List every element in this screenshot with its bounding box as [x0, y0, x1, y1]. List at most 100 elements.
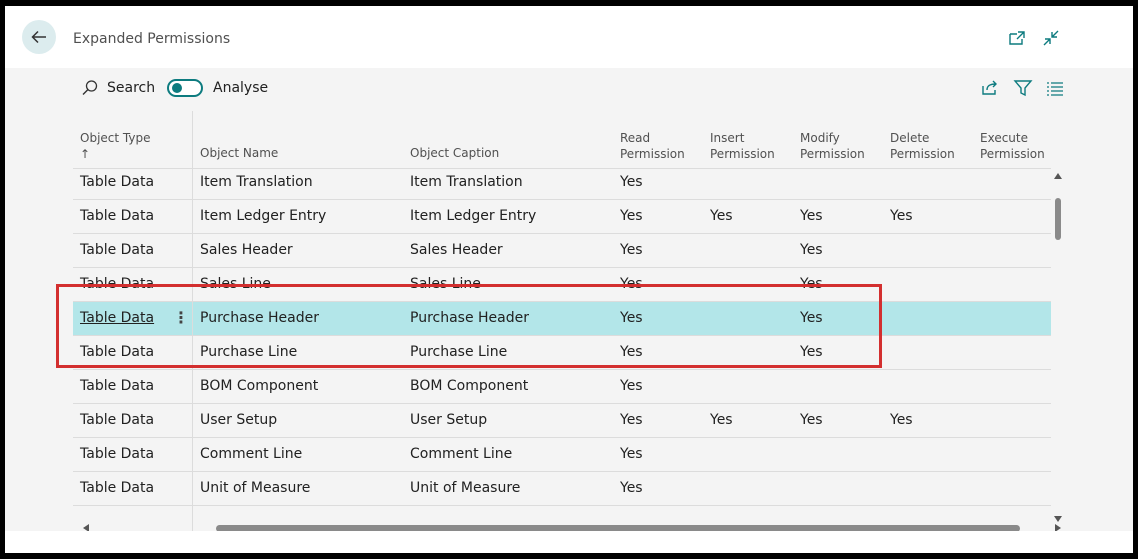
toggle-knob — [172, 83, 182, 93]
col-header-execute-line1: Execute — [980, 131, 1028, 145]
cell-object-caption: Sales Line — [410, 276, 481, 292]
cell-delete: Yes — [890, 412, 913, 428]
cell-object-caption: BOM Component — [410, 378, 529, 394]
bottom-strip — [5, 531, 1133, 553]
cell-object-caption: Sales Header — [410, 242, 503, 258]
table-row[interactable]: Table Data User Setup User Setup Yes Yes… — [73, 404, 1051, 438]
cell-object-name: Item Ledger Entry — [200, 208, 327, 224]
cell-object-type: Table Data — [80, 242, 155, 258]
collapse-icon[interactable] — [1041, 28, 1061, 48]
cell-object-type-link[interactable]: Table Data — [80, 310, 154, 326]
sort-ascending-icon: ↑ — [80, 147, 91, 161]
cell-read: Yes — [620, 480, 643, 496]
search-icon — [82, 80, 98, 95]
cell-modify: Yes — [800, 344, 823, 360]
page-header: Expanded Permissions — [5, 6, 1133, 68]
cell-read: Yes — [620, 378, 643, 394]
back-button[interactable] — [22, 20, 56, 54]
search-label: Search — [107, 80, 156, 96]
table-row[interactable]: Table Data BOM Component BOM Component Y… — [73, 370, 1051, 404]
col-header-delete-line2: Permission — [890, 147, 955, 161]
table-row[interactable]: Table Data Sales Header Sales Header Yes… — [73, 234, 1051, 268]
cell-modify: Yes — [800, 412, 823, 428]
cell-insert: Yes — [710, 208, 733, 224]
share-icon[interactable] — [980, 78, 1000, 98]
table-row[interactable]: Table Data Item Translation Item Transla… — [73, 166, 1051, 200]
table-body: Table Data Item Translation Item Transla… — [73, 166, 1051, 506]
cell-object-caption: Item Translation — [410, 174, 523, 190]
col-header-read-line2: Permission — [620, 147, 685, 161]
col-header-read-line1: Read — [620, 131, 651, 145]
table-row[interactable]: Table Data Comment Line Comment Line Yes — [73, 438, 1051, 472]
frozen-column-divider — [192, 111, 193, 531]
cell-read: Yes — [620, 208, 643, 224]
vertical-scroll-thumb[interactable] — [1055, 198, 1061, 240]
col-header-delete-permission[interactable]: Delete Permission — [890, 111, 955, 169]
col-header-insert-line2: Permission — [710, 147, 775, 161]
cell-object-caption: Unit of Measure — [410, 480, 521, 496]
col-header-modify-line2: Permission — [800, 147, 865, 161]
col-header-object-type[interactable]: Object Type ↑ — [80, 111, 150, 169]
cell-object-name: Purchase Header — [200, 310, 319, 326]
col-header-insert-permission[interactable]: Insert Permission — [710, 111, 775, 169]
page-window: Expanded Permissions Search Analyse Obje… — [5, 6, 1133, 553]
cell-modify: Yes — [800, 242, 823, 258]
cell-object-type: Table Data — [80, 412, 155, 428]
cell-object-name: BOM Component — [200, 378, 319, 394]
table-row-selected[interactable]: Table Data ⋮ Purchase Header Purchase He… — [73, 302, 1051, 336]
table-row[interactable]: Table Data Unit of Measure Unit of Measu… — [73, 472, 1051, 506]
table-row[interactable]: Table Data Item Ledger Entry Item Ledger… — [73, 200, 1051, 234]
scroll-up-icon[interactable] — [1054, 173, 1062, 179]
cell-object-name: Sales Line — [200, 276, 271, 292]
cell-modify: Yes — [800, 276, 823, 292]
filter-icon[interactable] — [1013, 78, 1033, 98]
cell-read: Yes — [620, 412, 643, 428]
col-header-object-type-label: Object Type — [80, 131, 151, 145]
cell-object-type: Table Data — [80, 446, 155, 462]
cell-read: Yes — [620, 344, 643, 360]
cell-modify: Yes — [800, 208, 823, 224]
table-row[interactable]: Table Data Sales Line Sales Line Yes Yes — [73, 268, 1051, 302]
col-header-modify-line1: Modify — [800, 131, 840, 145]
cell-object-caption: Item Ledger Entry — [410, 208, 537, 224]
permissions-grid: Object Type ↑ Object Name Object Caption… — [73, 111, 1065, 531]
cell-object-name: Item Translation — [200, 174, 313, 190]
cell-modify: Yes — [800, 310, 823, 326]
col-header-execute-permission[interactable]: Execute Permission — [980, 111, 1045, 169]
cell-delete: Yes — [890, 208, 913, 224]
cell-read: Yes — [620, 446, 643, 462]
cell-read: Yes — [620, 242, 643, 258]
cell-object-type: Table Data — [80, 480, 155, 496]
col-header-modify-permission[interactable]: Modify Permission — [800, 111, 865, 169]
cell-read: Yes — [620, 310, 643, 326]
cell-read: Yes — [620, 276, 643, 292]
page-title: Expanded Permissions — [73, 31, 231, 47]
row-actions-more-icon[interactable]: ⋮ — [173, 308, 189, 327]
cell-insert: Yes — [710, 412, 733, 428]
vertical-scrollbar[interactable] — [1051, 169, 1065, 531]
col-header-object-name[interactable]: Object Name — [200, 111, 278, 169]
table-row[interactable]: Table Data Purchase Line Purchase Line Y… — [73, 336, 1051, 370]
cell-object-type: Table Data — [80, 174, 155, 190]
content-area: Search Analyse Object Type ↑ Object Name… — [5, 68, 1133, 532]
toggle-switch[interactable] — [167, 79, 203, 97]
cell-object-caption: Comment Line — [410, 446, 513, 462]
cell-object-caption: Purchase Line — [410, 344, 508, 360]
cell-object-caption: User Setup — [410, 412, 488, 428]
cell-object-type: Table Data — [80, 378, 155, 394]
analyse-label: Analyse — [213, 80, 269, 96]
cell-object-name: Comment Line — [200, 446, 303, 462]
cell-object-type: Table Data — [80, 276, 155, 292]
cell-object-name: Purchase Line — [200, 344, 298, 360]
analyse-toggle[interactable]: Analyse — [167, 76, 268, 100]
toolbar: Search Analyse — [73, 68, 1065, 108]
col-header-read-permission[interactable]: Read Permission — [620, 111, 685, 169]
col-header-execute-line2: Permission — [980, 147, 1045, 161]
open-in-new-window-icon[interactable] — [1007, 28, 1027, 48]
arrow-left-icon — [31, 30, 46, 44]
col-header-object-caption[interactable]: Object Caption — [410, 111, 499, 169]
list-view-icon[interactable] — [1045, 78, 1065, 98]
cell-object-name: Unit of Measure — [200, 480, 311, 496]
cell-read: Yes — [620, 174, 643, 190]
search-button[interactable]: Search — [81, 76, 155, 100]
